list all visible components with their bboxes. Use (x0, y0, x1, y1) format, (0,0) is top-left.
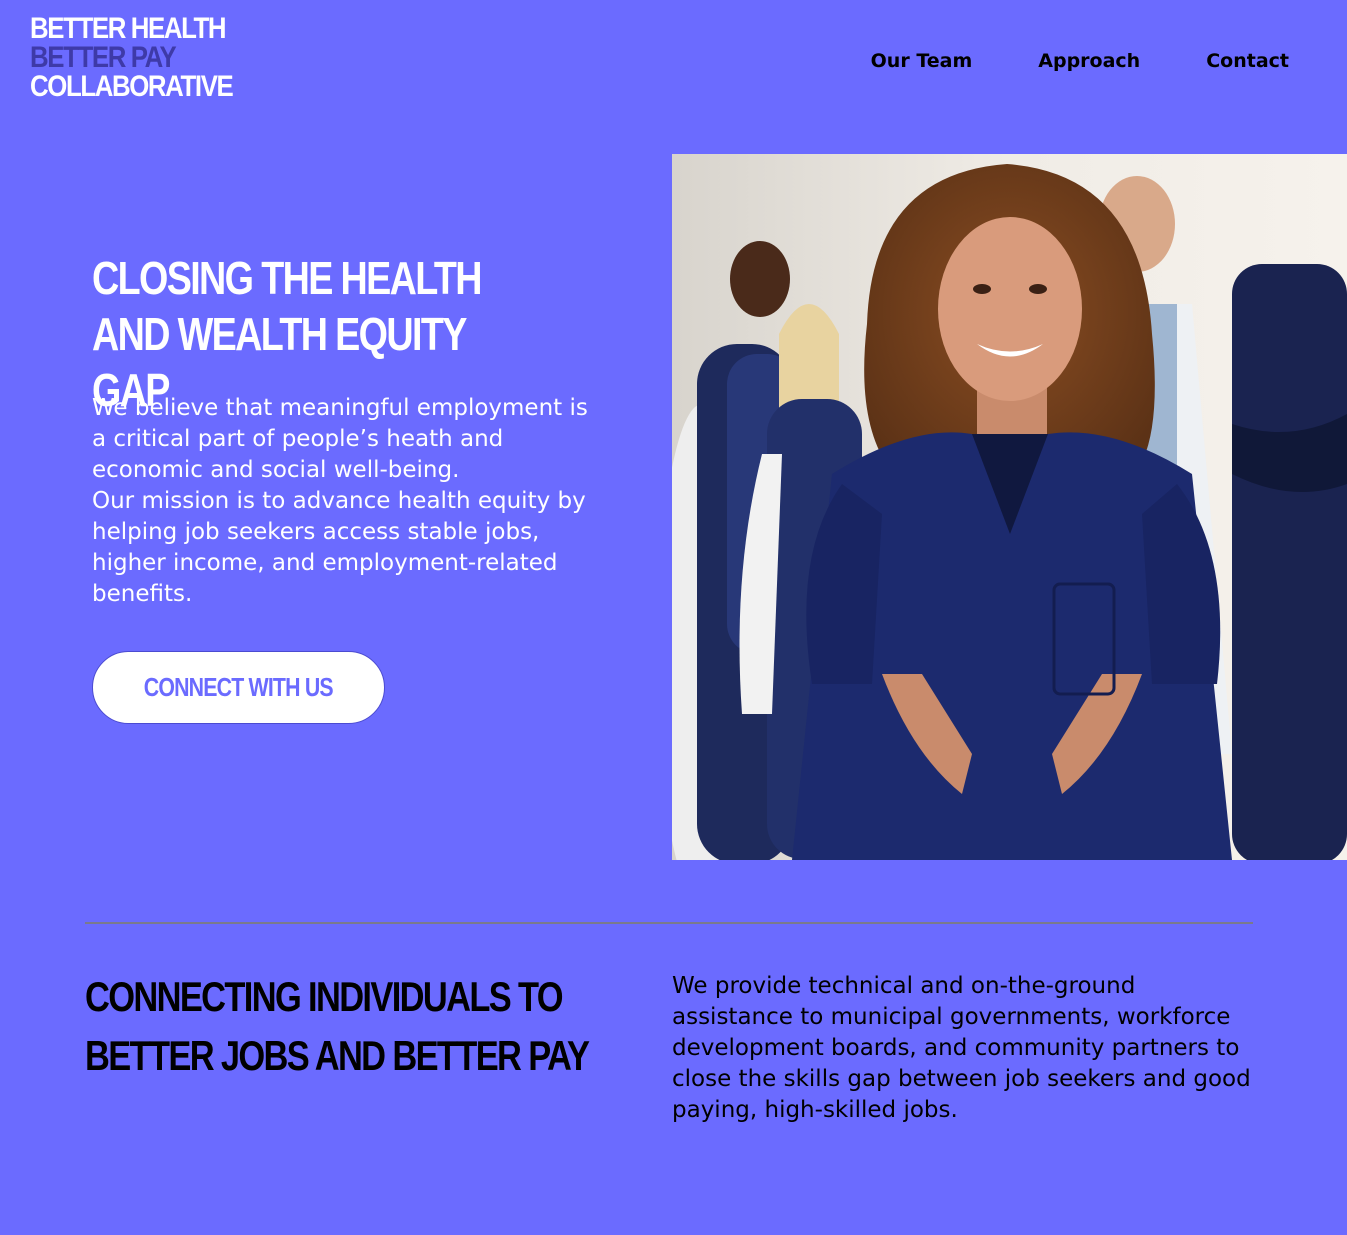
hero-paragraph-1: We believe that meaningful employment is… (92, 395, 588, 483)
connect-with-us-label: CONNECT WITH US (143, 672, 334, 702)
hero-description: We believe that meaningful employment is… (92, 393, 602, 610)
main-nav: Our Team Approach Contact (871, 50, 1289, 72)
logo-line-2: BETTER PAY (30, 41, 177, 74)
logo-line-3: COLLABORATIVE (30, 70, 234, 103)
section-description: We provide technical and on-the-ground a… (672, 973, 1251, 1123)
hero-photo (672, 154, 1347, 860)
nav-approach[interactable]: Approach (1038, 50, 1140, 72)
logo-line-1: BETTER HEALTH (30, 12, 227, 45)
nav-contact[interactable]: Contact (1206, 50, 1289, 72)
hero-paragraph-2: Our mission is to advance health equity … (92, 488, 586, 607)
site-logo[interactable]: BETTER HEALTH BETTER PAY COLLABORATIVE (30, 12, 234, 103)
nav-our-team[interactable]: Our Team (871, 50, 973, 72)
section-divider (85, 922, 1253, 924)
connect-with-us-button[interactable]: CONNECT WITH US (92, 651, 385, 724)
section-title: CONNECTING INDIVIDUALS TO BETTER JOBS AN… (85, 973, 590, 1079)
